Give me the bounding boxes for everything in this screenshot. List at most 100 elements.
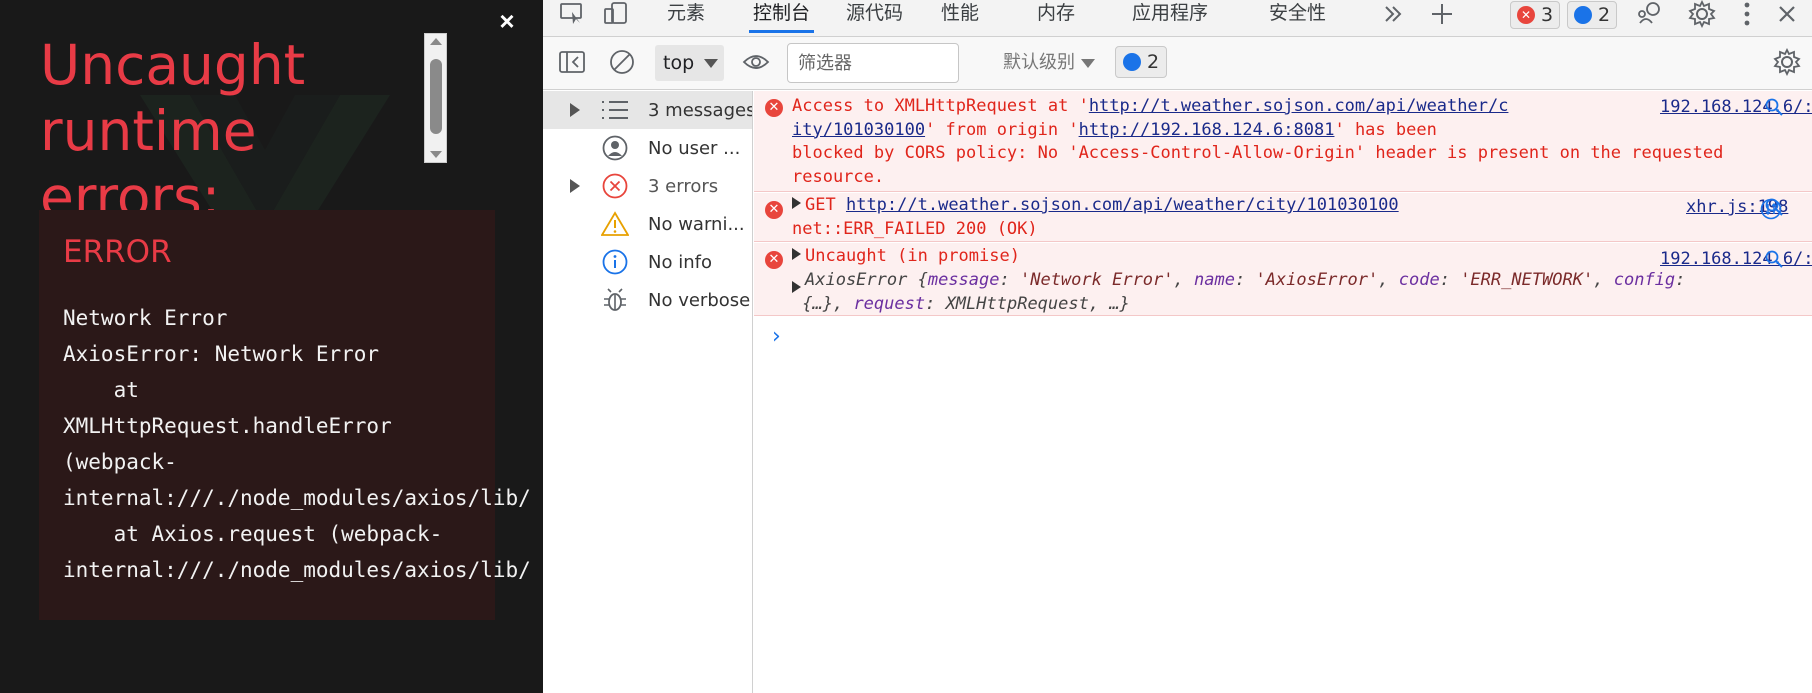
runtime-error-overlay: × Uncaught runtime errors: ERROR Network…: [0, 0, 543, 693]
issue-count: 2: [1598, 4, 1611, 26]
sidebar-item-label: No user ...: [648, 137, 741, 159]
issue-count-badge[interactable]: 2: [1567, 1, 1618, 29]
chevron-down-icon: [1081, 58, 1095, 68]
origin-url-link[interactable]: http://192.168.124.6:8081: [1079, 120, 1335, 140]
tab-security[interactable]: 安全性: [1265, 0, 1330, 33]
search-icon[interactable]: [1764, 249, 1784, 269]
expand-arrow-icon[interactable]: [570, 179, 580, 193]
message-fragment: blocked by CORS policy: No 'Access-Contr…: [792, 143, 1724, 163]
source-link[interactable]: 192.168.124.6/:1: [1660, 97, 1812, 117]
scroll-up-icon[interactable]: [430, 38, 442, 45]
message-fragment: Access to XMLHttpRequest at ': [792, 96, 1089, 116]
message-fragment: ' has been: [1334, 119, 1437, 140]
close-devtools-icon[interactable]: [1775, 0, 1799, 28]
axios-error-object[interactable]: AxiosError {message: 'Network Error', na…: [792, 269, 1685, 317]
expand-arrow-icon[interactable]: [792, 248, 801, 260]
sidebar-item-info[interactable]: No info: [543, 243, 752, 281]
tab-console[interactable]: 控制台: [749, 0, 815, 33]
log-levels-dropdown[interactable]: 默认级别: [1003, 45, 1095, 81]
object-key: name: [1194, 270, 1235, 290]
message-fragment: resource.: [792, 166, 885, 187]
tab-elements[interactable]: 元素: [663, 0, 709, 33]
error-icon: ✕: [765, 99, 783, 117]
error-heading: ERROR: [63, 234, 172, 270]
search-icon[interactable]: [1764, 97, 1784, 117]
expand-arrow-icon[interactable]: [792, 281, 801, 293]
tab-memory[interactable]: 内存: [1033, 0, 1079, 33]
object-value: 'Network Error': [1019, 270, 1174, 290]
source-link[interactable]: 192.168.124.6/:1: [1660, 249, 1812, 269]
info-icon: [600, 247, 630, 277]
devtools-tabbar: 元素 控制台 源代码 性能 内存 应用程序 安全性 ✕ 3 2: [543, 0, 1812, 37]
more-tabs-chevron-icon[interactable]: [1381, 0, 1405, 28]
filter-input[interactable]: [787, 43, 959, 83]
sidebar-item-label: No verbose: [648, 289, 751, 311]
error-count: 3: [1541, 4, 1554, 26]
context-value: top: [663, 52, 695, 74]
object-key: request: [853, 294, 926, 314]
chevron-down-icon: [704, 59, 718, 68]
search-icon[interactable]: [1764, 197, 1784, 217]
console-sidebar: 3 messages No user ... 3 errors No warni…: [543, 91, 753, 693]
context-selector[interactable]: top: [655, 45, 724, 81]
request-url-link[interactable]: ity/101030100: [792, 120, 925, 140]
sidebar-item-label: 3 messages: [648, 99, 752, 121]
message-fragment: net::ERR_FAILED 200 (OK): [792, 218, 1038, 239]
message-text: Uncaught (in promise): [792, 245, 1020, 269]
console-prompt[interactable]: ›: [772, 324, 781, 349]
error-icon: [600, 171, 630, 201]
log-levels-label: 默认级别: [1003, 52, 1075, 73]
customize-icon[interactable]: [1635, 0, 1665, 28]
settings-gear-icon[interactable]: [1686, 0, 1718, 28]
request-url-link[interactable]: http://t.weather.sojson.com/api/weather/…: [1089, 96, 1509, 116]
error-count-badge[interactable]: ✕ 3: [1510, 1, 1561, 29]
object-key: code: [1398, 270, 1440, 290]
error-icon: ✕: [765, 251, 783, 269]
console-settings-gear-icon[interactable]: [1772, 47, 1802, 77]
toggle-sidebar-icon[interactable]: [557, 47, 587, 77]
message-text: Access to XMLHttpRequest at 'http://t.we…: [792, 95, 1723, 189]
more-options-icon[interactable]: [1739, 0, 1755, 28]
error-icon: ✕: [765, 201, 783, 219]
console-message-error: ✕ Access to XMLHttpRequest at 'http://t.…: [754, 91, 1812, 192]
scroll-thumb[interactable]: [430, 59, 442, 134]
sidebar-item-label: No warni...: [648, 213, 745, 235]
issues-button[interactable]: 2: [1115, 46, 1168, 78]
live-expression-eye-icon[interactable]: [741, 47, 771, 77]
close-overlay-button[interactable]: ×: [492, 6, 522, 36]
message-fragment: ' from origin ': [925, 119, 1079, 140]
object-fragment: {…},: [802, 294, 854, 314]
bug-icon: [600, 285, 630, 315]
expand-arrow-icon[interactable]: [792, 197, 801, 209]
overlay-scrollbar[interactable]: [424, 33, 447, 163]
object-fragment: : XMLHttpRequest, …}: [925, 294, 1130, 314]
inspect-element-icon[interactable]: [557, 0, 587, 28]
object-value: 'AxiosError': [1255, 270, 1379, 290]
sidebar-item-messages[interactable]: 3 messages: [543, 91, 752, 129]
sidebar-item-user-messages[interactable]: No user ...: [543, 129, 752, 167]
console-toolbar: top 默认级别 2: [543, 37, 1812, 90]
devtools-panel: 元素 控制台 源代码 性能 内存 应用程序 安全性 ✕ 3 2 top 筛选器 …: [543, 0, 1812, 693]
sidebar-item-label: No info: [648, 251, 712, 273]
object-key: message: [927, 270, 1000, 290]
device-toggle-icon[interactable]: [601, 0, 631, 28]
request-url-link[interactable]: http://t.weather.sojson.com/api/weather/…: [846, 195, 1399, 215]
expand-arrow-icon[interactable]: [570, 103, 580, 117]
issues-count: 2: [1147, 51, 1160, 73]
warning-icon: [600, 209, 630, 239]
add-tab-icon[interactable]: [1430, 0, 1454, 28]
tab-application[interactable]: 应用程序: [1128, 0, 1212, 33]
message-icon: [1123, 53, 1141, 71]
clear-console-icon[interactable]: [607, 47, 637, 77]
message-icon: [1574, 6, 1592, 24]
message-fragment: Uncaught (in promise): [805, 246, 1020, 266]
scroll-down-icon[interactable]: [430, 151, 442, 158]
tab-sources[interactable]: 源代码: [842, 0, 907, 33]
tab-performance[interactable]: 性能: [937, 0, 983, 33]
console-message-error: ✕ Uncaught (in promise) AxiosError {mess…: [754, 243, 1812, 316]
sidebar-item-errors[interactable]: 3 errors: [543, 167, 752, 205]
sidebar-item-warnings[interactable]: No warni...: [543, 205, 752, 243]
object-name: AxiosError: [805, 270, 908, 290]
console-output: ✕ Access to XMLHttpRequest at 'http://t.…: [754, 91, 1812, 693]
sidebar-item-verbose[interactable]: No verbose: [543, 281, 752, 319]
